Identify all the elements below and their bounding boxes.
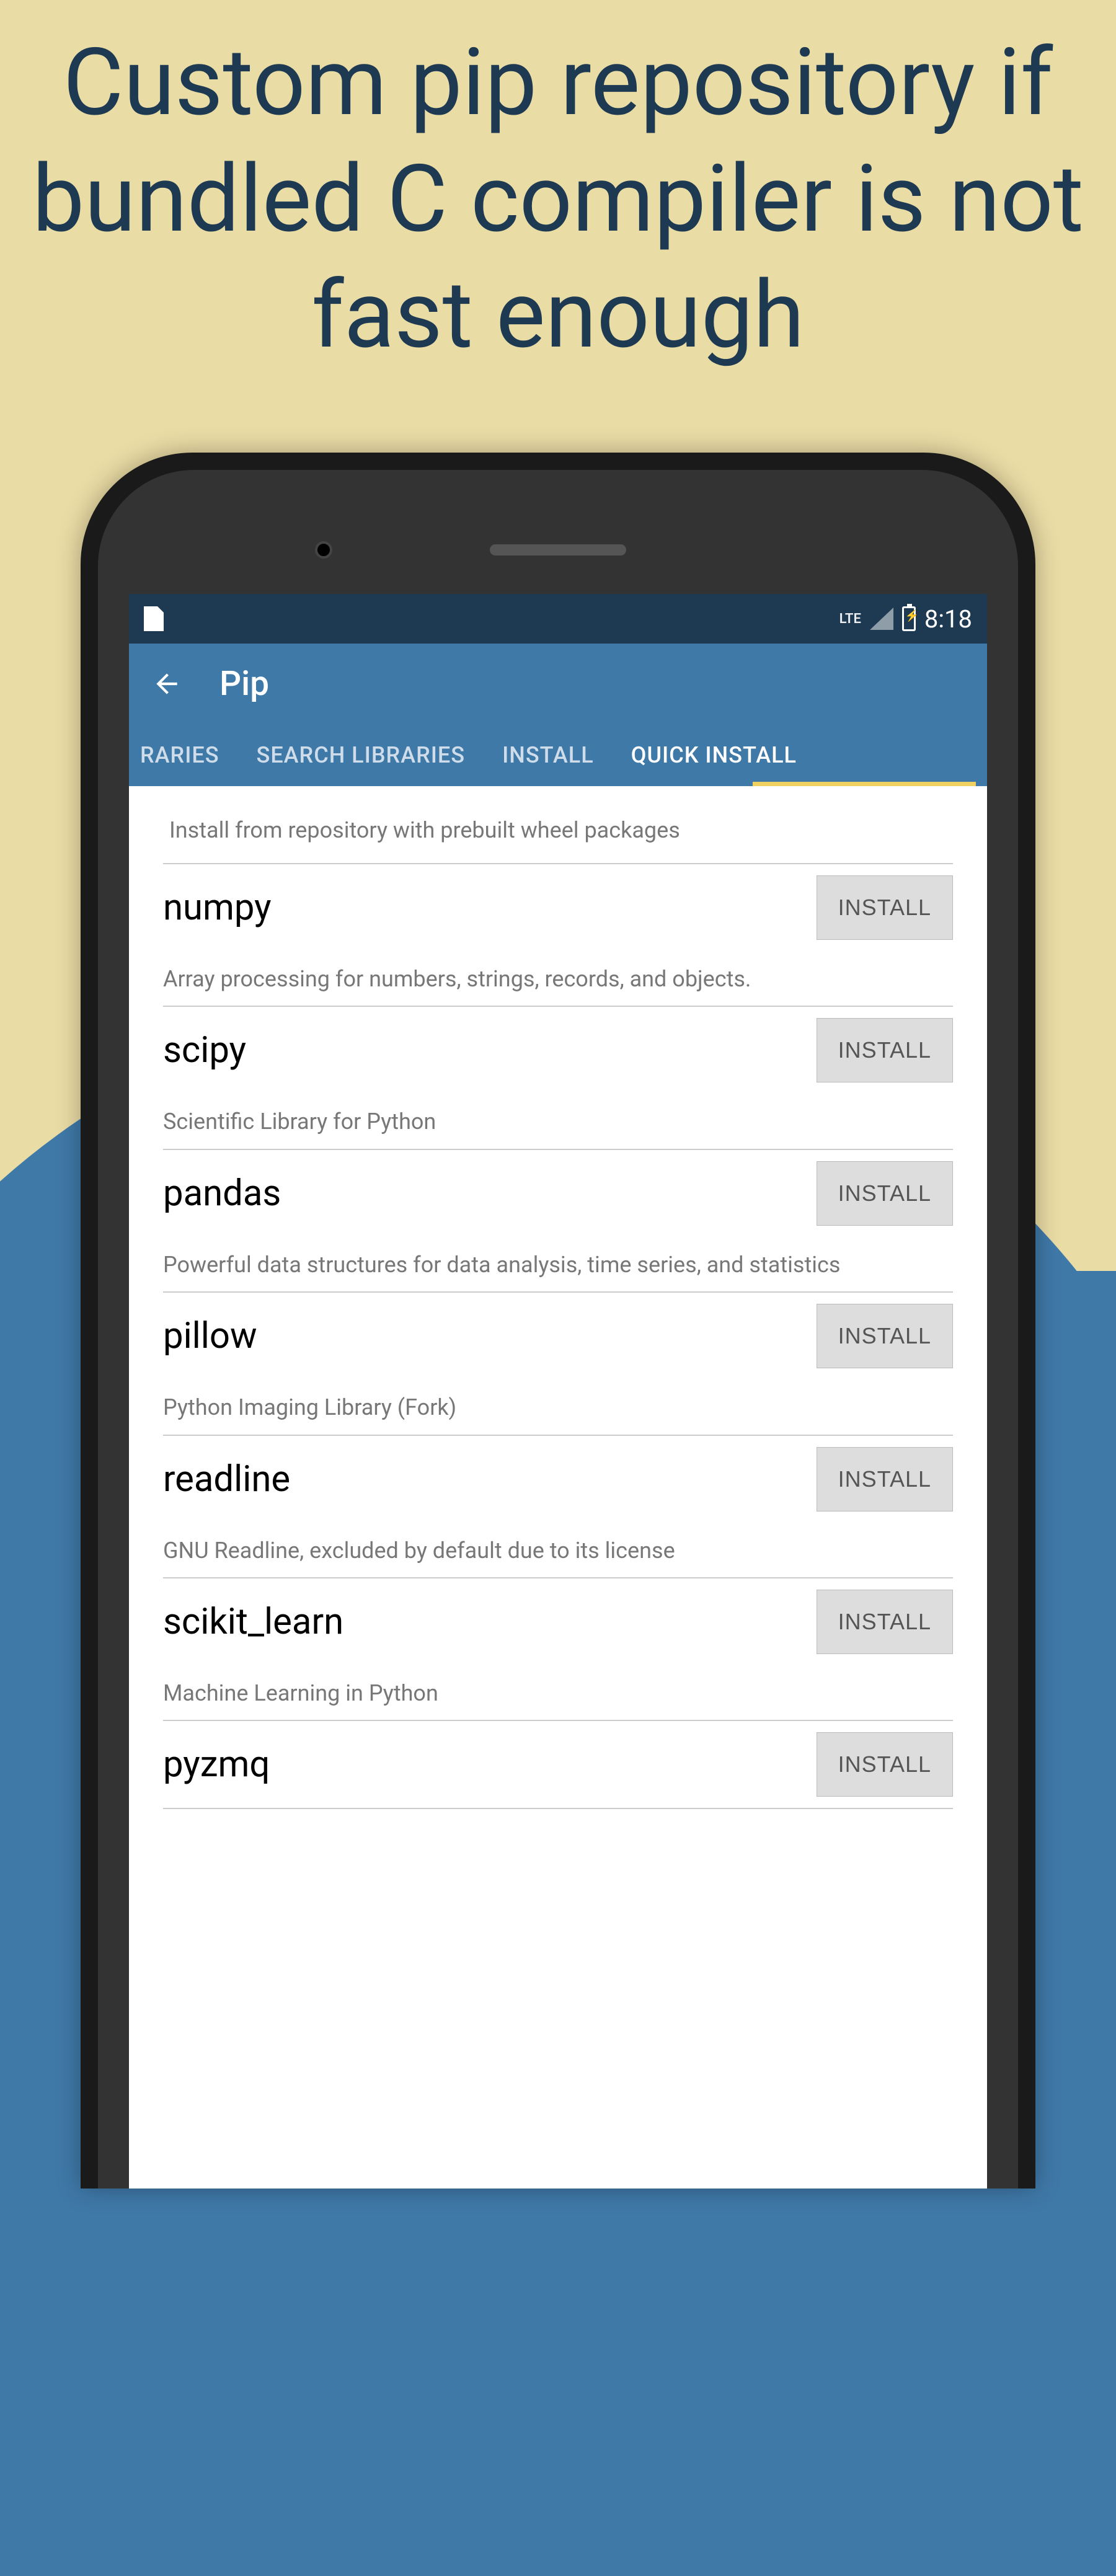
package-name: pillow bbox=[163, 1315, 257, 1357]
package-name: scikit_learn bbox=[163, 1601, 343, 1643]
tab-libraries[interactable]: RARIES bbox=[140, 742, 219, 768]
status-left bbox=[144, 606, 164, 631]
package-row: pandas INSTALL Powerful data structures … bbox=[163, 1150, 953, 1293]
phone-inner: LTE 8:18 Pip RARIES SEARCH LIBRARIES INS… bbox=[98, 470, 1018, 2189]
package-row: readline INSTALL GNU Readline, excluded … bbox=[163, 1436, 953, 1578]
app-bar: Pip bbox=[129, 644, 987, 724]
phone-speaker bbox=[490, 544, 626, 555]
package-name: readline bbox=[163, 1458, 290, 1500]
battery-icon bbox=[902, 606, 916, 631]
package-desc: Python Imaging Library (Fork) bbox=[163, 1368, 953, 1423]
install-button[interactable]: INSTALL bbox=[817, 875, 953, 940]
package-desc: Array processing for numbers, strings, r… bbox=[163, 940, 953, 994]
phone-screen: LTE 8:18 Pip RARIES SEARCH LIBRARIES INS… bbox=[129, 594, 987, 2189]
package-row: pyzmq INSTALL bbox=[163, 1721, 953, 1809]
back-arrow-icon[interactable] bbox=[151, 668, 182, 699]
install-button[interactable]: INSTALL bbox=[817, 1447, 953, 1512]
status-time: 8:18 bbox=[924, 604, 972, 634]
install-button[interactable]: INSTALL bbox=[817, 1304, 953, 1368]
marketing-headline: Custom pip repository if bundled C compi… bbox=[0, 25, 1116, 374]
status-right: LTE 8:18 bbox=[839, 604, 972, 634]
package-name: pandas bbox=[163, 1172, 281, 1215]
install-button[interactable]: INSTALL bbox=[817, 1018, 953, 1082]
install-button[interactable]: INSTALL bbox=[817, 1161, 953, 1226]
tab-search-libraries[interactable]: SEARCH LIBRARIES bbox=[257, 742, 466, 768]
package-row: scikit_learn INSTALL Machine Learning in… bbox=[163, 1578, 953, 1721]
package-name: scipy bbox=[163, 1029, 246, 1071]
phone-frame: LTE 8:18 Pip RARIES SEARCH LIBRARIES INS… bbox=[81, 453, 1035, 2189]
section-header: Install from repository with prebuilt wh… bbox=[163, 786, 953, 864]
status-bar: LTE 8:18 bbox=[129, 594, 987, 644]
tab-bar: RARIES SEARCH LIBRARIES INSTALL QUICK IN… bbox=[129, 724, 987, 786]
install-button[interactable]: INSTALL bbox=[817, 1590, 953, 1654]
package-name: numpy bbox=[163, 887, 272, 929]
phone-camera bbox=[315, 541, 332, 559]
package-row: pillow INSTALL Python Imaging Library (F… bbox=[163, 1293, 953, 1435]
tab-quick-install[interactable]: QUICK INSTALL bbox=[631, 742, 797, 768]
content[interactable]: Install from repository with prebuilt wh… bbox=[129, 786, 987, 1809]
package-name: pyzmq bbox=[163, 1743, 270, 1786]
package-desc: Powerful data structures for data analys… bbox=[163, 1226, 953, 1280]
install-button[interactable]: INSTALL bbox=[817, 1732, 953, 1797]
lte-icon: LTE bbox=[839, 611, 861, 627]
package-desc: Scientific Library for Python bbox=[163, 1082, 953, 1137]
tab-indicator bbox=[753, 782, 976, 786]
package-row: scipy INSTALL Scientific Library for Pyt… bbox=[163, 1007, 953, 1149]
app-title: Pip bbox=[219, 664, 269, 704]
package-desc: Machine Learning in Python bbox=[163, 1654, 953, 1709]
package-desc: GNU Readline, excluded by default due to… bbox=[163, 1512, 953, 1566]
package-row: numpy INSTALL Array processing for numbe… bbox=[163, 864, 953, 1007]
tab-install[interactable]: INSTALL bbox=[502, 742, 594, 768]
signal-icon bbox=[870, 608, 893, 630]
sd-card-icon bbox=[144, 606, 164, 631]
